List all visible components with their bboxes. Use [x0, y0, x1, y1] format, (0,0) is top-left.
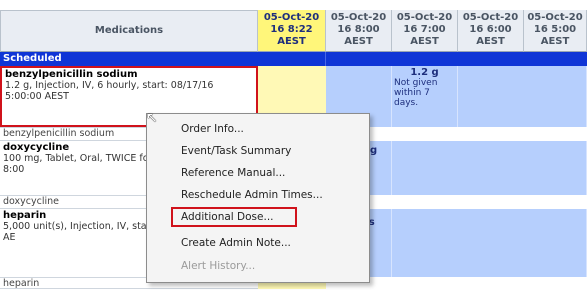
menu-item-order-info[interactable]: Order Info... [181, 122, 244, 136]
admin-cell[interactable] [392, 141, 587, 195]
time-column-header[interactable]: 05-Oct-20 16 7:00 AEST [392, 10, 458, 52]
menu-item-event-task-summary[interactable]: Event/Task Summary [181, 144, 291, 158]
menu-item-alert-history: Alert History... [181, 260, 256, 272]
medications-header-label: Medications [94, 25, 164, 36]
admin-cell[interactable] [392, 209, 587, 277]
scheduled-section-header[interactable]: Scheduled [0, 52, 258, 66]
medication-detail: 1.2 g, Injection, IV, 6 hourly, start: 0… [5, 80, 214, 102]
time-column-header[interactable]: 05-Oct-20 16 8:22 AEST [258, 10, 326, 52]
context-menu: Order Info... Event/Task Summary Referen… [146, 113, 370, 283]
menu-item-reference-manual[interactable]: Reference Manual... [181, 166, 285, 180]
medication-name: benzylpenicillin sodium [5, 69, 138, 80]
menu-item-additional-dose[interactable]: Additional Dose... [181, 210, 274, 224]
dose-status: Not given within 7 days. [394, 78, 438, 108]
time-column-header[interactable]: 05-Oct-20 16 5:00 AEST [524, 10, 587, 52]
dose-cell[interactable]: 1.2 g Not given within 7 days. [392, 66, 458, 127]
mouse-pointer-icon: ↖ [146, 110, 158, 126]
menu-item-create-admin-note[interactable]: Create Admin Note... [181, 236, 291, 250]
time-column-header[interactable]: 05-Oct-20 16 8:00 AEST [326, 10, 392, 52]
scheduled-bar-cell [258, 52, 326, 66]
medications-column-header: Medications [0, 10, 258, 52]
partial-cell-text: g [370, 145, 378, 156]
dose-value: 1.2 g [410, 67, 439, 78]
scheduled-bar-fill [326, 52, 587, 66]
time-column-header[interactable]: 05-Oct-20 16 6:00 AEST [458, 10, 524, 52]
menu-item-reschedule-admin-times[interactable]: Reschedule Admin Times... [181, 188, 323, 202]
admin-cell[interactable] [458, 66, 587, 127]
